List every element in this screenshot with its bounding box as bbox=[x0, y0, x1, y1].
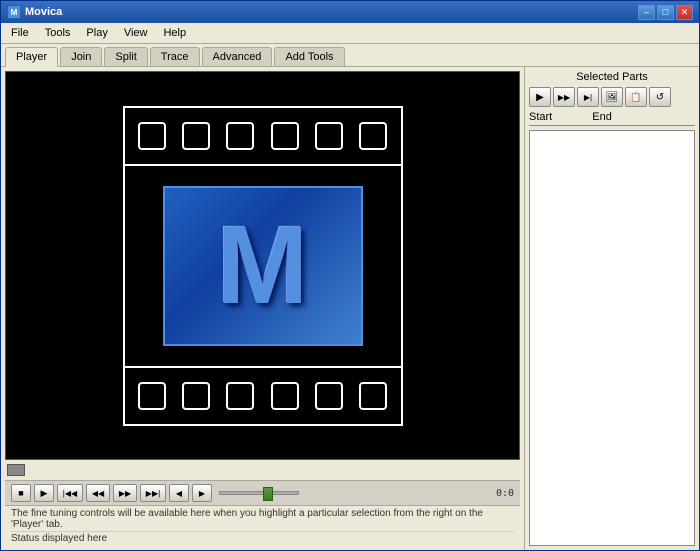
tab-player[interactable]: Player bbox=[5, 47, 58, 67]
menu-file[interactable]: File bbox=[5, 25, 35, 41]
controls-area: ■ ▶ |◀◀ ◀◀ ▶▶ ▶▶| ◀ ▶ 0:0 bbox=[5, 480, 520, 505]
tab-trace[interactable]: Trace bbox=[150, 47, 200, 66]
refresh-button[interactable]: ↺ bbox=[649, 87, 671, 107]
tab-add-tools[interactable]: Add Tools bbox=[274, 47, 344, 66]
app-title: Movica bbox=[25, 6, 62, 18]
menu-bar: File Tools Play View Help bbox=[1, 23, 699, 44]
player-area: M ■ bbox=[1, 67, 524, 550]
film-hole bbox=[359, 122, 387, 150]
main-area: M ■ bbox=[1, 67, 699, 550]
video-display[interactable]: M bbox=[5, 71, 520, 460]
right-toolbar: ▶ ▶▶ ▶| 🖼 📋 ↺ bbox=[529, 87, 695, 107]
film-middle: M bbox=[123, 166, 403, 366]
film-logo: M bbox=[163, 186, 363, 346]
film-bottom bbox=[123, 366, 403, 426]
restore-button[interactable]: □ bbox=[657, 5, 674, 20]
next-chapter-button[interactable]: ▶▶| bbox=[140, 484, 166, 502]
title-bar: M Movica – □ ✕ bbox=[1, 1, 699, 23]
vol-down-button[interactable]: ◀ bbox=[169, 484, 189, 502]
go-to-end-button[interactable]: ▶| bbox=[577, 87, 599, 107]
title-buttons: – □ ✕ bbox=[638, 5, 693, 20]
col-end: End bbox=[592, 111, 612, 123]
next-frame-button[interactable]: ▶▶ bbox=[113, 484, 137, 502]
film-hole bbox=[226, 122, 254, 150]
prev-frame-button[interactable]: ◀◀ bbox=[86, 484, 110, 502]
tab-split[interactable]: Split bbox=[104, 47, 147, 66]
film-hole bbox=[138, 122, 166, 150]
tabs-bar: Player Join Split Trace Advanced Add Too… bbox=[1, 44, 699, 67]
stop-button[interactable]: ■ bbox=[11, 484, 31, 502]
volume-thumb[interactable] bbox=[263, 487, 273, 501]
play-selection-button[interactable]: ▶ bbox=[529, 87, 551, 107]
thumbnail-button[interactable]: 🖼 bbox=[601, 87, 623, 107]
menu-tools[interactable]: Tools bbox=[39, 25, 77, 41]
film-hole bbox=[315, 382, 343, 410]
film-strip: M bbox=[123, 106, 403, 426]
status-text: Status displayed here bbox=[11, 533, 514, 544]
menu-view[interactable]: View bbox=[118, 25, 154, 41]
film-hole bbox=[182, 122, 210, 150]
close-button[interactable]: ✕ bbox=[676, 5, 693, 20]
selected-parts-title: Selected Parts bbox=[529, 71, 695, 83]
tab-advanced[interactable]: Advanced bbox=[202, 47, 273, 66]
status-bar: The fine tuning controls will be availab… bbox=[5, 505, 520, 546]
film-hole bbox=[271, 382, 299, 410]
film-hole bbox=[315, 122, 343, 150]
play-button[interactable]: ▶ bbox=[34, 484, 54, 502]
parts-header: Start End bbox=[529, 111, 695, 126]
hint-text: The fine tuning controls will be availab… bbox=[11, 508, 514, 532]
menu-play[interactable]: Play bbox=[80, 25, 113, 41]
minimize-button[interactable]: – bbox=[638, 5, 655, 20]
clipboard-button[interactable]: 📋 bbox=[625, 87, 647, 107]
time-display: 0:0 bbox=[496, 488, 514, 499]
film-top bbox=[123, 106, 403, 166]
volume-track[interactable] bbox=[219, 491, 299, 495]
col-start: Start bbox=[529, 111, 552, 123]
seek-bar-area bbox=[5, 460, 520, 480]
vol-up-button[interactable]: ▶ bbox=[192, 484, 212, 502]
play-to-end-button[interactable]: ▶▶ bbox=[553, 87, 575, 107]
film-hole bbox=[138, 382, 166, 410]
app-window: M Movica – □ ✕ File Tools Play View Help… bbox=[0, 0, 700, 551]
tab-join[interactable]: Join bbox=[60, 47, 102, 66]
film-hole bbox=[271, 122, 299, 150]
title-bar-left: M Movica bbox=[7, 5, 62, 19]
film-hole bbox=[359, 382, 387, 410]
app-icon: M bbox=[7, 5, 21, 19]
menu-help[interactable]: Help bbox=[157, 25, 192, 41]
volume-control bbox=[219, 491, 299, 495]
seek-slider[interactable] bbox=[7, 464, 25, 476]
prev-chapter-button[interactable]: |◀◀ bbox=[57, 484, 83, 502]
film-hole bbox=[226, 382, 254, 410]
parts-list[interactable] bbox=[529, 130, 695, 546]
logo-letter: M bbox=[217, 211, 309, 321]
film-hole bbox=[182, 382, 210, 410]
right-panel: Selected Parts ▶ ▶▶ ▶| 🖼 📋 ↺ Start End bbox=[524, 67, 699, 550]
